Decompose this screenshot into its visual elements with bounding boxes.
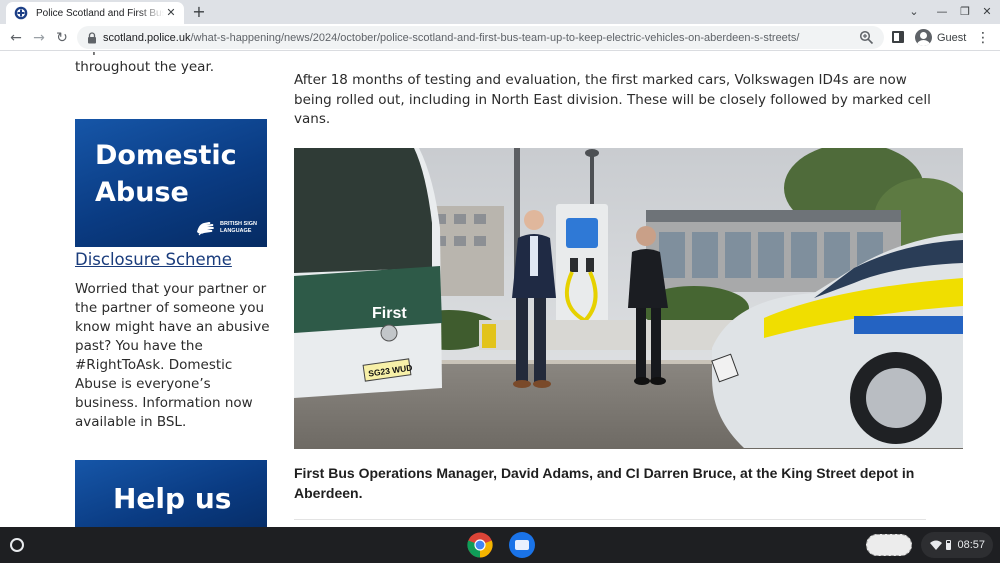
plus-icon[interactable]: +	[190, 3, 208, 21]
browser-toolbar: ← → ↻ scotland.police.uk/what-s-happenin…	[0, 24, 1000, 51]
profile-button[interactable]: Guest	[913, 27, 973, 48]
promo-title-line1: Domestic	[95, 140, 237, 171]
back-arrow-icon[interactable]: ←	[6, 28, 26, 48]
depot-photo-illustration: First SG23 WUD	[294, 148, 963, 449]
reload-icon[interactable]: ↻	[52, 28, 72, 48]
disclosure-description: Worried that your partner or the partner…	[75, 281, 270, 430]
photo-caption: First Bus Operations Manager, David Adam…	[294, 465, 915, 501]
tab-strip: Police Scotland and First Bus team up to…	[0, 0, 1000, 24]
chevron-down-icon[interactable]: ⌄	[905, 3, 923, 21]
avatar-icon	[915, 29, 932, 46]
bsl-badge: BRITISH SIGN LANGUAGE	[195, 218, 262, 238]
help-us-banner[interactable]: Help us	[75, 460, 267, 527]
url-host: scotland.police.uk	[103, 31, 191, 44]
forward-arrow-icon[interactable]: →	[29, 28, 49, 48]
address-bar[interactable]: scotland.police.uk/what-s-happening/news…	[77, 26, 884, 49]
clock: 08:57	[957, 539, 985, 551]
divider	[294, 519, 926, 520]
bsl-line1: BRITISH SIGN	[220, 221, 257, 227]
promo-title: Domestic Abuse	[95, 137, 237, 211]
maximize-icon[interactable]: ❐	[956, 3, 974, 21]
bus-brand-text: First	[372, 305, 407, 322]
url-path: /what-s-happening/news/2024/october/poli…	[190, 31, 800, 44]
holding-space-icon[interactable]	[866, 534, 912, 556]
profile-label: Guest	[937, 31, 967, 44]
article-paragraph: After 18 months of testing and evaluatio…	[294, 72, 931, 127]
launcher-icon[interactable]	[10, 538, 24, 552]
bsl-line2: LANGUAGE	[220, 228, 252, 234]
recruitment-text: in-person recruitment events throughout …	[75, 52, 272, 75]
sign-language-hands-icon	[197, 222, 214, 236]
status-tray[interactable]: 08:57	[921, 532, 993, 558]
bsl-label: BRITISH SIGN LANGUAGE	[220, 221, 262, 235]
disclosure-scheme-link[interactable]: Disclosure Scheme	[75, 250, 232, 269]
domestic-abuse-banner[interactable]: Domestic Abuse BRITISH SIGN LANGUAGE	[75, 119, 267, 247]
minimize-icon[interactable]: —	[933, 3, 951, 21]
os-shelf: 08:57	[0, 527, 1000, 563]
side-panel-icon[interactable]	[892, 31, 904, 43]
article-photo: First SG23 WUD	[294, 148, 963, 449]
browser-tab-active[interactable]: Police Scotland and First Bus team up to…	[6, 2, 184, 24]
files-icon[interactable]	[509, 532, 535, 558]
web-page: in-person recruitment events throughout …	[0, 52, 1000, 527]
kebab-menu-icon[interactable]: ⋮	[975, 29, 991, 47]
lock-icon[interactable]	[87, 31, 97, 44]
close-icon[interactable]: ✕	[164, 6, 178, 20]
help-us-title: Help us	[113, 482, 232, 515]
promo-title-line2: Abuse	[95, 177, 189, 208]
wifi-icon	[930, 540, 943, 550]
chrome-icon[interactable]	[467, 532, 493, 558]
tab-title: Police Scotland and First Bus team up to…	[36, 7, 164, 19]
police-crest-icon	[14, 6, 28, 20]
battery-icon	[946, 540, 952, 550]
zoom-icon[interactable]	[859, 30, 874, 45]
close-window-icon[interactable]: ✕	[978, 3, 996, 21]
